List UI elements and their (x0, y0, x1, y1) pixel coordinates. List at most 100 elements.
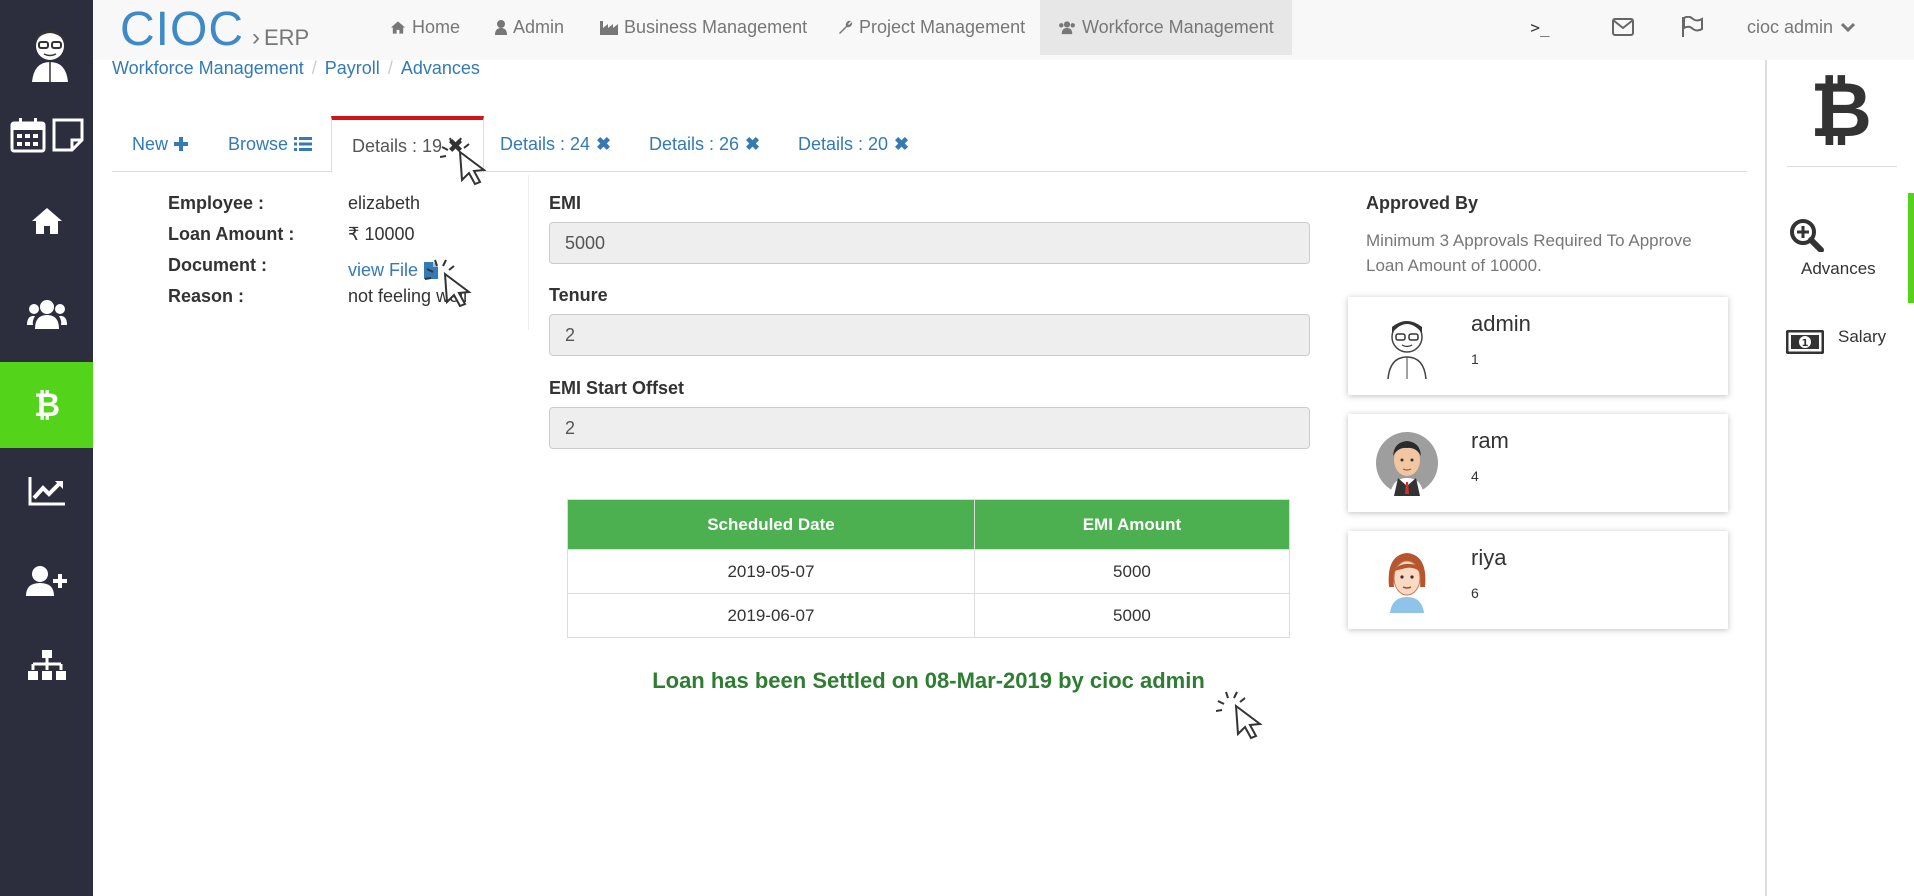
divider (1787, 166, 1897, 167)
chevron-down-icon (1841, 22, 1856, 32)
approver-number: 6 (1471, 585, 1479, 601)
industry-icon (600, 21, 618, 35)
table-row: 2019-05-07 5000 (567, 549, 1291, 594)
emi-schedule-table: Scheduled Date EMI Amount 2019-05-07 500… (567, 499, 1291, 638)
tab-details-24[interactable]: Details : 24 ✖ (480, 116, 631, 172)
column-header-scheduled-date: Scheduled Date (567, 499, 975, 550)
close-icon[interactable]: ✖ (745, 134, 760, 155)
users-icon (26, 300, 67, 329)
nav-business-management[interactable]: Business Management (582, 0, 825, 55)
nav-project-label: Project Management (859, 17, 1026, 37)
sidebar-item-team[interactable] (0, 271, 93, 357)
emi-label: EMI (549, 193, 582, 213)
emi-amount-cell: 5000 (973, 549, 1291, 594)
advance-details: Employee : elizabeth Loan Amount : ₹ 100… (168, 193, 467, 317)
nav-home[interactable]: Home (372, 0, 478, 55)
employee-value: elizabeth (348, 193, 421, 213)
approver-name: admin (1471, 311, 1531, 336)
emi-amount-cell: 5000 (973, 593, 1291, 638)
right-panel: ₿ Advances 1 Salary (1765, 60, 1914, 896)
nav-home-label: Home (412, 17, 461, 37)
brand-separator: › (252, 24, 260, 51)
emi-field[interactable]: 5000 (549, 222, 1310, 264)
emi-start-offset-label: EMI Start Offset (549, 378, 685, 398)
cursor-click-icon (440, 137, 487, 186)
nav-project-management[interactable]: Project Management (820, 0, 1043, 55)
terminal-icon[interactable]: >_ (1525, 12, 1555, 42)
cursor-click-icon (425, 259, 472, 308)
tab-browse-label: Browse (228, 133, 289, 154)
money-icon: 1 (1786, 330, 1824, 354)
flag-icon[interactable] (1677, 12, 1707, 42)
tab-browse[interactable]: Browse (208, 116, 332, 172)
approver-name: riya (1471, 545, 1507, 570)
approver-card[interactable]: riya 6 (1348, 531, 1728, 629)
svg-text:1: 1 (1802, 338, 1809, 349)
tenure-label: Tenure (549, 285, 608, 305)
table-row: 2019-06-07 5000 (567, 593, 1291, 638)
cursor-click-icon (1216, 691, 1263, 740)
nav-workforce-label: Workforce Management (1082, 17, 1274, 37)
brand-product: ERP (264, 25, 310, 50)
tenure-field[interactable]: 2 (549, 314, 1310, 356)
tab-details-20-label: Details : 20 (798, 133, 889, 154)
sidebar-item-analytics[interactable] (0, 448, 93, 534)
approved-by-title: Approved By (1366, 193, 1479, 213)
sidebar-item-home[interactable] (0, 178, 93, 264)
top-navbar: CIOC › ERP Home Admin Business Managemen… (93, 0, 1914, 60)
breadcrumb-payroll[interactable]: Payroll (325, 58, 380, 79)
sidebar-item-payroll[interactable]: ₿ (0, 362, 93, 448)
search-plus-icon (1790, 219, 1824, 253)
svg-text:₿: ₿ (1811, 70, 1871, 150)
user-plus-icon (25, 566, 67, 596)
mail-icon[interactable] (1608, 12, 1638, 42)
bitcoin-icon: ₿ (1811, 70, 1871, 150)
approver-avatar (1376, 432, 1438, 496)
document-label: Document : (168, 255, 267, 275)
breadcrumb-workforce[interactable]: Workforce Management (112, 58, 304, 79)
approver-name: ram (1471, 428, 1509, 453)
tab-new-label: New (132, 133, 169, 154)
tab-details-20[interactable]: Details : 20 ✖ (778, 116, 929, 172)
loan-amount-row: Loan Amount : ₹ 10000 (168, 224, 467, 255)
wrench-icon (839, 20, 853, 34)
user-menu-label: cioc admin (1747, 17, 1834, 37)
approver-number: 1 (1471, 351, 1479, 367)
breadcrumb-separator: / (387, 58, 393, 78)
approver-card[interactable]: ram 4 (1348, 414, 1728, 512)
rightpanel-item-salary[interactable]: 1 Salary (1786, 327, 1886, 354)
emi-start-offset-field[interactable]: 2 (549, 407, 1310, 449)
tab-new[interactable]: New (112, 116, 208, 172)
reason-row: Reason : not feeling well (168, 286, 467, 317)
bitcoin-icon: ₿ (34, 388, 60, 422)
breadcrumb-advances[interactable]: Advances (401, 58, 480, 79)
sidebar-item-org-chart[interactable] (0, 622, 93, 708)
sidebar-item-calendar-notes[interactable] (0, 92, 93, 178)
close-icon[interactable]: ✖ (596, 134, 611, 155)
document-row: Document : view File (168, 255, 467, 286)
rightpanel-item-advances[interactable]: Advances (1789, 218, 1876, 279)
home-icon (390, 21, 406, 34)
nav-admin-label: Admin (513, 17, 565, 37)
tab-details-26-label: Details : 26 (649, 133, 740, 154)
tab-details-26[interactable]: Details : 26 ✖ (629, 116, 780, 172)
user-menu[interactable]: cioc admin (1729, 0, 1873, 55)
user-icon (495, 20, 507, 35)
tab-details-24-label: Details : 24 (500, 133, 591, 154)
sidebar-item-add-user[interactable] (0, 538, 93, 624)
approver-card[interactable]: admin 1 (1348, 297, 1728, 395)
user-avatar-icon[interactable] (26, 24, 74, 82)
list-icon (294, 137, 313, 151)
reason-label: Reason : (168, 286, 245, 306)
employee-row: Employee : elizabeth (168, 193, 467, 224)
nav-workforce-management[interactable]: Workforce Management (1040, 0, 1292, 55)
nav-business-label: Business Management (624, 17, 808, 37)
table-header-row: Scheduled Date EMI Amount (567, 499, 1291, 550)
scheduled-date-cell: 2019-05-07 (567, 549, 975, 594)
close-icon[interactable]: ✖ (894, 134, 909, 155)
users-icon (1059, 21, 1075, 35)
nav-admin[interactable]: Admin (477, 0, 582, 55)
left-sidebar: ₿ (0, 0, 93, 896)
column-header-emi-amount: EMI Amount (973, 499, 1291, 550)
brand-logo[interactable]: CIOC › ERP (120, 2, 309, 57)
